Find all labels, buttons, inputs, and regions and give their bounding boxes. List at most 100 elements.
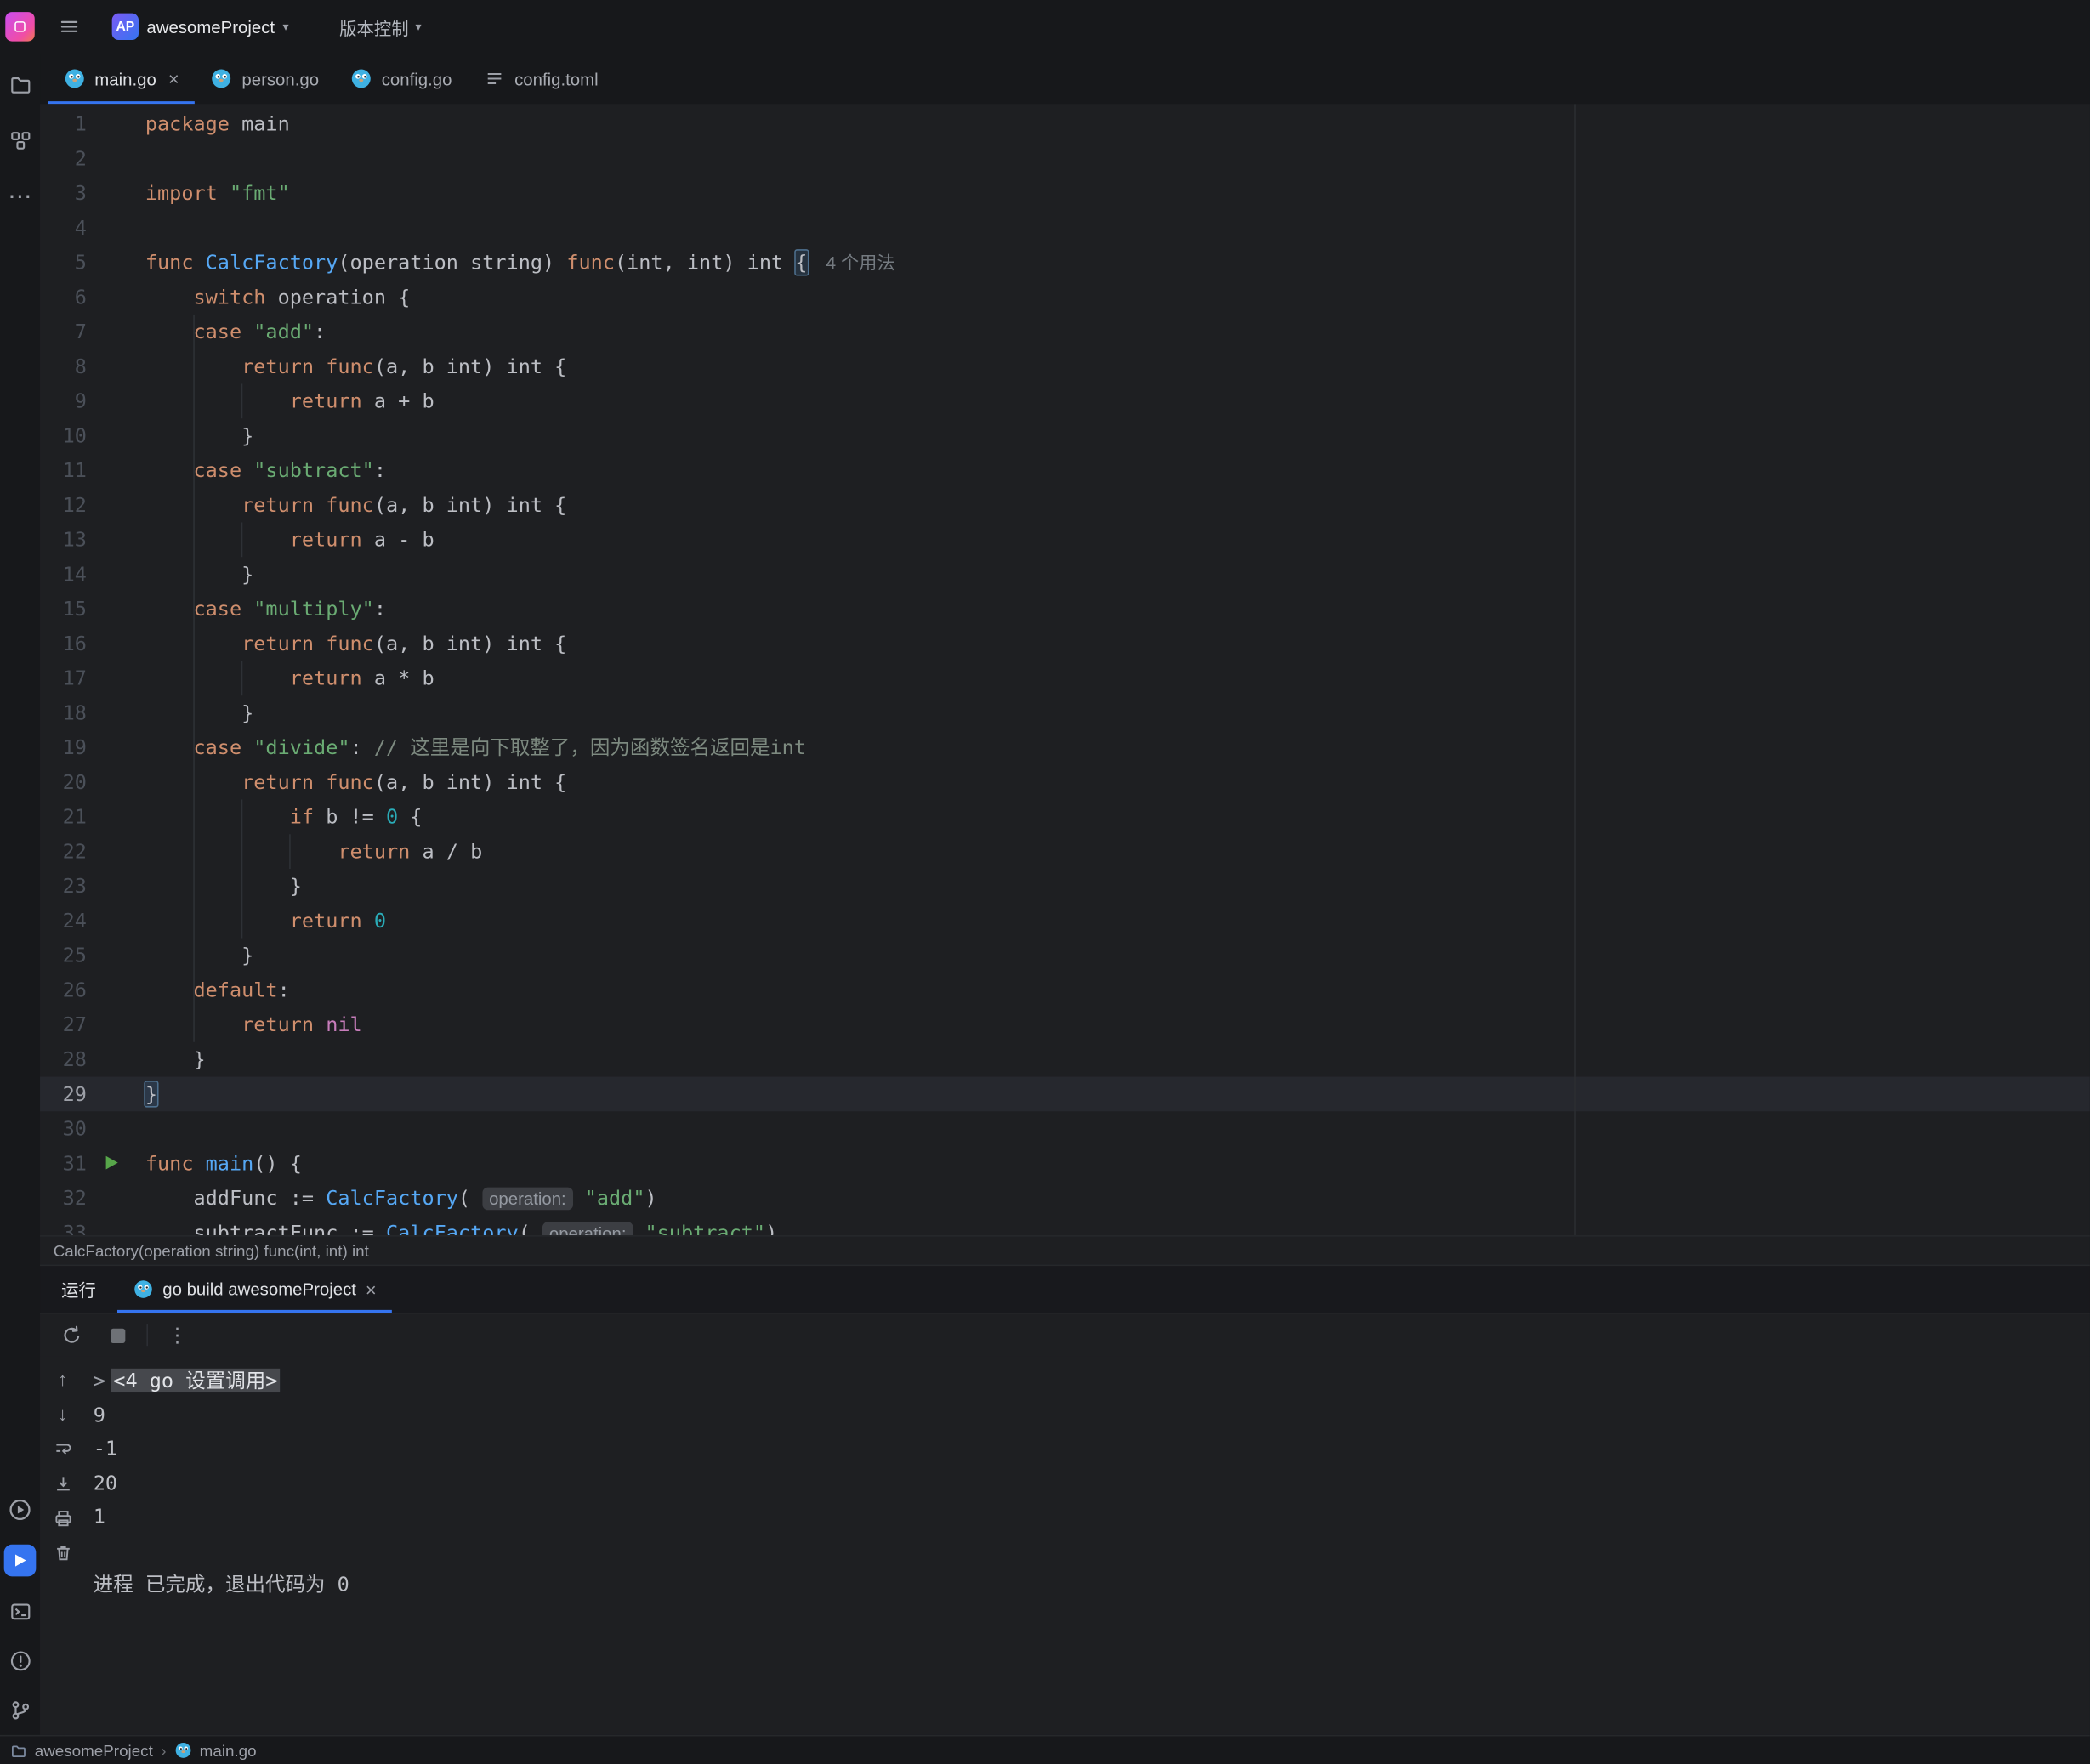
code-text: return a + b	[145, 383, 2090, 418]
run-gutter-button[interactable]	[87, 1146, 145, 1181]
close-icon[interactable]: ×	[366, 1279, 377, 1300]
code-line[interactable]: 15 case "multiply":	[40, 592, 2090, 627]
breadcrumb-file[interactable]: main.go	[200, 1741, 257, 1760]
run-panel-title[interactable]: 运行	[40, 1266, 117, 1313]
tab-person-go[interactable]: person.go	[196, 54, 335, 105]
line-number: 15	[40, 592, 87, 627]
code-line[interactable]: 4	[40, 211, 2090, 246]
more-tool-windows-button[interactable]: ⋯	[5, 181, 34, 210]
code-line[interactable]: 11 case "subtract":	[40, 453, 2090, 488]
code-line[interactable]: 13 return a - b	[40, 522, 2090, 557]
gutter-slot	[87, 800, 145, 835]
rerun-button[interactable]	[56, 1319, 88, 1352]
line-number: 13	[40, 522, 87, 557]
run-config-tab[interactable]: go build awesomeProject ×	[117, 1266, 393, 1313]
code-line[interactable]: 22 return a / b	[40, 834, 2090, 869]
services-tool-button[interactable]	[5, 1495, 34, 1524]
code-line[interactable]: 33 subtractFunc := CalcFactory( operatio…	[40, 1216, 2090, 1236]
code-text: func main() {	[145, 1146, 2090, 1181]
code-line[interactable]: 8 return func(a, b int) int {	[40, 349, 2090, 384]
gutter-slot	[87, 730, 145, 765]
project-name: awesomeProject	[146, 17, 275, 37]
soft-wrap-button[interactable]	[48, 1434, 77, 1463]
breadcrumb-project[interactable]: awesomeProject	[35, 1741, 153, 1760]
code-text	[145, 141, 2090, 176]
code-line[interactable]: 29}	[40, 1077, 2090, 1112]
code-line[interactable]: 26 default:	[40, 973, 2090, 1007]
console-command[interactable]: <4 go 设置调用>	[111, 1369, 280, 1392]
code-line[interactable]: 28 }	[40, 1042, 2090, 1077]
problems-tool-button[interactable]	[5, 1646, 34, 1675]
code-text: return func(a, b int) int {	[145, 349, 2090, 384]
tab-config-go[interactable]: config.go	[335, 54, 468, 105]
code-line[interactable]: 30	[40, 1111, 2090, 1146]
more-options-button[interactable]: ⋮	[162, 1319, 194, 1352]
line-number: 20	[40, 765, 87, 800]
code-text: if b != 0 {	[145, 800, 2090, 835]
tab-main-go[interactable]: main.go ×	[48, 54, 195, 105]
line-number: 26	[40, 973, 87, 1007]
project-tool-button[interactable]	[5, 70, 34, 99]
tab-config-toml[interactable]: config.toml	[468, 54, 614, 105]
code-line[interactable]: 1package main	[40, 106, 2090, 141]
run-tool-button[interactable]	[4, 1545, 37, 1577]
code-line[interactable]: 14 }	[40, 557, 2090, 592]
line-number: 33	[40, 1216, 87, 1236]
code-text: return func(a, b int) int {	[145, 627, 2090, 661]
clear-console-button[interactable]	[48, 1538, 77, 1567]
code-text: return a * b	[145, 661, 2090, 695]
code-line[interactable]: 21 if b != 0 {	[40, 800, 2090, 835]
code-line[interactable]: 18 }	[40, 695, 2090, 730]
code-text: return 0	[145, 904, 2090, 939]
line-number: 32	[40, 1181, 87, 1216]
line-number: 21	[40, 800, 87, 835]
run-console[interactable]: ↑ ↓ ><4 go 设置调用>9-1201 进程 已完成，退出代码为 0	[40, 1357, 2090, 1735]
code-line[interactable]: 5func CalcFactory(operation string) func…	[40, 245, 2090, 280]
code-line[interactable]: 2	[40, 141, 2090, 176]
code-line[interactable]: 24 return 0	[40, 904, 2090, 939]
code-line[interactable]: 16 return func(a, b int) int {	[40, 627, 2090, 661]
code-text: }	[145, 1042, 2090, 1077]
code-line[interactable]: 31func main() {	[40, 1146, 2090, 1181]
go-file-icon	[351, 68, 372, 89]
line-number: 5	[40, 245, 87, 280]
type-info-bar: CalcFactory(operation string) func(int, …	[40, 1235, 2090, 1264]
structure-tool-button[interactable]	[5, 125, 34, 154]
code-line[interactable]: 17 return a * b	[40, 661, 2090, 695]
code-line[interactable]: 25 }	[40, 939, 2090, 973]
scroll-down-button[interactable]: ↓	[48, 1399, 77, 1428]
line-number: 18	[40, 695, 87, 730]
close-icon[interactable]: ×	[168, 70, 179, 88]
main-menu-button[interactable]	[54, 11, 86, 43]
chevron-down-icon: ▾	[416, 20, 422, 32]
code-line[interactable]: 20 return func(a, b int) int {	[40, 765, 2090, 800]
print-button[interactable]	[48, 1503, 77, 1532]
code-line[interactable]: 12 return func(a, b int) int {	[40, 488, 2090, 523]
code-line[interactable]: 19 case "divide": // 这里是向下取整了，因为函数签名返回是i…	[40, 730, 2090, 765]
terminal-tool-button[interactable]	[5, 1597, 34, 1625]
code-line[interactable]: 32 addFunc := CalcFactory( operation: "a…	[40, 1181, 2090, 1216]
scroll-up-button[interactable]: ↑	[48, 1364, 77, 1393]
code-line[interactable]: 10 }	[40, 418, 2090, 453]
code-line[interactable]: 7 case "add":	[40, 315, 2090, 349]
line-number: 17	[40, 661, 87, 695]
code-line[interactable]: 23 }	[40, 869, 2090, 904]
line-number: 4	[40, 211, 87, 246]
stop-button[interactable]	[101, 1319, 133, 1352]
vcs-widget[interactable]: 版本控制 ▾	[332, 10, 429, 43]
gutter-slot	[87, 973, 145, 1007]
code-line[interactable]: 3import "fmt"	[40, 176, 2090, 211]
code-editor[interactable]: 1package main23import "fmt"45func CalcFa…	[40, 104, 2090, 1235]
scroll-to-end-button[interactable]	[48, 1468, 77, 1497]
code-line[interactable]: 9 return a + b	[40, 383, 2090, 418]
version-control-tool-button[interactable]	[5, 1695, 34, 1724]
project-widget[interactable]: AP awesomeProject ▾	[104, 9, 297, 44]
gutter-slot	[87, 627, 145, 661]
code-text: }	[145, 695, 2090, 730]
code-line[interactable]: 27 return nil	[40, 1007, 2090, 1042]
run-toolbar: ⋮	[40, 1314, 2090, 1357]
gutter-slot	[87, 453, 145, 488]
code-line[interactable]: 6 switch operation {	[40, 280, 2090, 315]
gutter-slot	[87, 661, 145, 695]
line-number: 30	[40, 1111, 87, 1146]
